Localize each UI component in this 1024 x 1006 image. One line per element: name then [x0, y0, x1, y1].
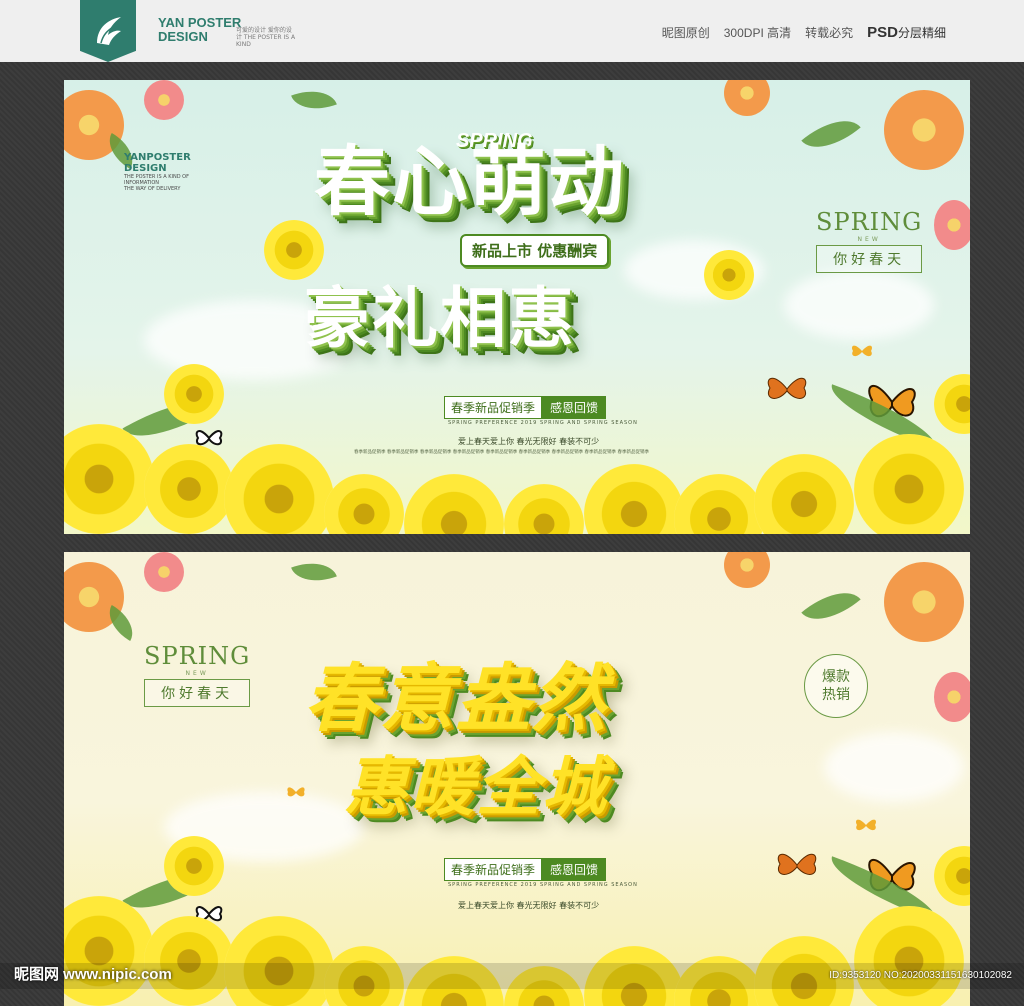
orange-flower-icon	[884, 90, 964, 170]
header-links: 昵图原创 300DPI 高清 转载必究 PSD分层精细	[662, 24, 946, 41]
butterfly-icon	[852, 345, 872, 357]
small-logo-line1: YANPOSTER	[124, 152, 191, 163]
image-id: ID:9353120 NO:20200331151630102082	[829, 970, 1012, 981]
sunflower-row	[64, 364, 970, 534]
site-watermark[interactable]: 昵图网 www.nipic.com	[14, 963, 172, 984]
badge-spring-text: SPRING	[144, 642, 251, 670]
brand-line1: YAN POSTER	[158, 15, 242, 30]
sunflower-icon	[144, 444, 234, 534]
brand-line2: DESIGN	[158, 29, 208, 44]
spring-badge: SPRING NEW 你好春天	[144, 642, 251, 707]
badge-new-text: NEW	[185, 670, 209, 677]
orange-flower-icon	[724, 80, 770, 116]
pink-flower-icon	[144, 80, 184, 120]
sunflower-icon	[934, 846, 970, 906]
promo-pill: 新品上市 优惠酬宾	[460, 234, 610, 267]
header-bar: YAN POSTER DESIGN 可爱的设计 爱你的设计 THE POSTER…	[0, 0, 1024, 62]
pink-flower-icon	[934, 200, 970, 250]
hot-sale-bubble: 爆款 热销	[804, 654, 868, 718]
link-hd[interactable]: 300DPI 高清	[724, 24, 791, 41]
main-title-line2: 豪礼相惠	[304, 280, 576, 357]
badge-hello-text: 你好春天	[816, 245, 923, 273]
leaf-icon	[801, 577, 861, 635]
sunflower-icon	[64, 424, 154, 534]
main-title-line1: 春意盎然	[304, 656, 608, 742]
sunflower-icon	[164, 836, 224, 896]
sunflower-icon	[584, 464, 684, 534]
sunflower-icon	[934, 374, 970, 434]
leaf-icon	[291, 553, 337, 591]
orange-flower-icon	[724, 552, 770, 588]
brand-name: YAN POSTER DESIGN	[158, 16, 241, 44]
butterfly-icon	[856, 819, 876, 831]
sunflower-icon	[64, 896, 154, 1006]
orange-flower-icon	[884, 562, 964, 642]
link-psd[interactable]: PSD分层精细	[867, 24, 946, 41]
sunflower-icon	[854, 434, 964, 534]
small-logo-line2: DESIGN	[124, 163, 167, 174]
main-title-line1: 春心萌动	[314, 137, 626, 226]
psd-label: PSD	[867, 24, 898, 41]
pink-flower-icon	[144, 552, 184, 592]
cloud	[784, 270, 934, 340]
link-copyright[interactable]: 转载必究	[805, 24, 853, 41]
main-title-line2: 惠暖全城	[344, 751, 608, 825]
brand-logo[interactable]	[80, 0, 136, 62]
sunflower-icon	[404, 474, 504, 534]
poster-2[interactable]: SPRING NEW 你好春天 春意盎然 惠暖全城 爆款 热销 春季新品促销季 …	[64, 552, 970, 1006]
wing-logo-icon	[97, 17, 121, 45]
pink-flower-icon	[934, 672, 970, 722]
sunflower-icon	[144, 916, 234, 1006]
butterfly-icon	[287, 787, 305, 797]
small-logo-text: THE WAY OF DELIVERY	[124, 186, 181, 192]
sunflower-icon	[264, 220, 324, 280]
sunflower-icon	[754, 454, 854, 534]
bubble-line1: 爆款	[822, 669, 850, 685]
leaf-icon	[291, 81, 337, 119]
sunflower-icon	[704, 250, 754, 300]
spring-badge: SPRING NEW 你好春天	[816, 208, 923, 273]
sunflower-icon	[224, 444, 334, 534]
badge-new-text: NEW	[857, 236, 881, 243]
brand-tagline: 可爱的设计 爱你的设计 THE POSTER IS A KIND	[236, 27, 296, 48]
link-original[interactable]: 昵图原创	[662, 24, 710, 41]
sunflower-icon	[854, 906, 964, 1006]
cloud	[824, 732, 964, 802]
sunflower-icon	[674, 474, 764, 534]
badge-spring-text: SPRING	[816, 208, 923, 236]
small-brand-logo: YANPOSTER DESIGN THE POSTER IS A KIND OF…	[124, 152, 191, 192]
poster-1[interactable]: YANPOSTER DESIGN THE POSTER IS A KIND OF…	[64, 80, 970, 534]
psd-sub-label: 分层精细	[897, 26, 946, 40]
sunflower-icon	[324, 474, 404, 534]
badge-hello-text: 你好春天	[144, 679, 251, 707]
sunflower-icon	[224, 916, 334, 1006]
leaf-icon	[801, 105, 861, 163]
bubble-line2: 热销	[822, 687, 850, 703]
sunflower-icon	[504, 484, 584, 534]
sunflower-icon	[164, 364, 224, 424]
